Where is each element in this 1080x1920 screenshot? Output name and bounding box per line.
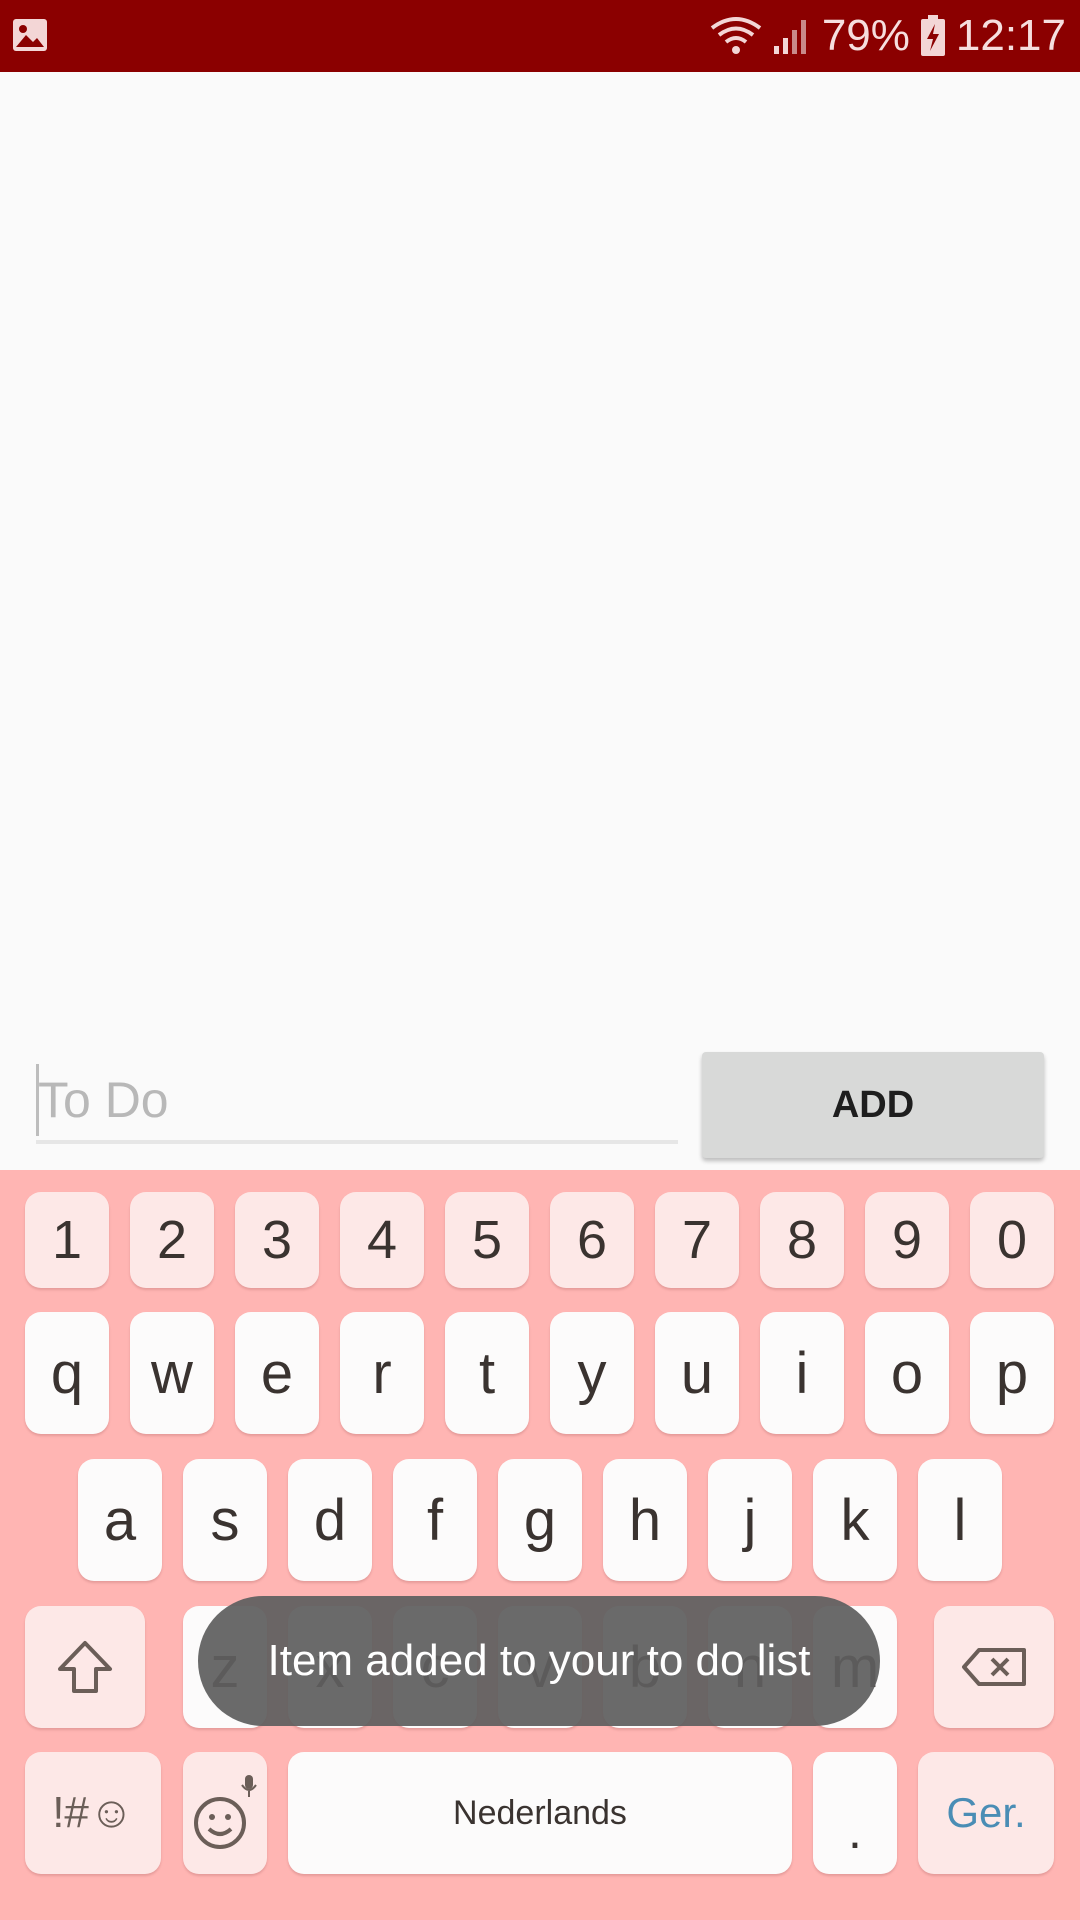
shift-key[interactable] bbox=[25, 1606, 145, 1728]
key-label: g bbox=[523, 1487, 557, 1553]
key-label: u bbox=[680, 1340, 714, 1406]
done-key[interactable]: Ger. bbox=[918, 1752, 1054, 1874]
letter-key[interactable]: e bbox=[235, 1312, 319, 1434]
number-key[interactable]: 8 bbox=[760, 1192, 844, 1288]
letter-key[interactable]: g bbox=[498, 1459, 582, 1581]
key-label: k bbox=[840, 1487, 870, 1553]
number-key[interactable]: 6 bbox=[550, 1192, 634, 1288]
key-label: 6 bbox=[576, 1210, 608, 1270]
letter-key[interactable]: u bbox=[655, 1312, 739, 1434]
done-label: Ger. bbox=[946, 1789, 1026, 1836]
key-label: q bbox=[50, 1340, 84, 1406]
number-key[interactable]: 7 bbox=[655, 1192, 739, 1288]
text-cursor bbox=[36, 1064, 39, 1136]
key-label: 8 bbox=[786, 1210, 818, 1270]
letter-key[interactable]: o bbox=[865, 1312, 949, 1434]
key-label: 3 bbox=[261, 1210, 293, 1270]
letter-key[interactable]: h bbox=[603, 1459, 687, 1581]
gallery-icon bbox=[13, 19, 47, 51]
backspace-key[interactable] bbox=[934, 1606, 1054, 1728]
key-label: 0 bbox=[996, 1210, 1028, 1270]
emoji-mic-icon bbox=[194, 1775, 257, 1849]
emoji-key[interactable] bbox=[183, 1752, 267, 1874]
wifi-icon bbox=[710, 17, 762, 54]
key-label: w bbox=[151, 1340, 193, 1406]
soft-keyboard: 1234567890 qwertyuiop asdfghjkl zxcvbnm … bbox=[0, 1170, 1080, 1920]
letter-key[interactable]: q bbox=[25, 1312, 109, 1434]
shift-icon bbox=[58, 1641, 112, 1693]
battery-charging-icon bbox=[920, 15, 945, 56]
letter-key[interactable]: f bbox=[393, 1459, 477, 1581]
key-label: 4 bbox=[366, 1210, 398, 1270]
letter-key[interactable]: k bbox=[813, 1459, 897, 1581]
key-label: t bbox=[478, 1340, 496, 1406]
period-key[interactable]: . bbox=[813, 1752, 897, 1874]
symbols-key[interactable]: !#☺ bbox=[25, 1752, 161, 1874]
key-label: h bbox=[628, 1487, 662, 1553]
clock: 12:17 bbox=[955, 11, 1066, 60]
number-key[interactable]: 5 bbox=[445, 1192, 529, 1288]
todo-list-area bbox=[0, 72, 1080, 1170]
space-label: Nederlands bbox=[453, 1793, 627, 1832]
signal-icon bbox=[773, 20, 806, 54]
number-key[interactable]: 4 bbox=[340, 1192, 424, 1288]
letter-key[interactable]: j bbox=[708, 1459, 792, 1581]
letter-key[interactable]: i bbox=[760, 1312, 844, 1434]
todo-input-container bbox=[36, 1060, 678, 1150]
number-key[interactable]: 3 bbox=[235, 1192, 319, 1288]
key-label: e bbox=[260, 1340, 294, 1406]
number-key[interactable]: 1 bbox=[25, 1192, 109, 1288]
letter-key[interactable]: s bbox=[183, 1459, 267, 1581]
key-label: y bbox=[577, 1340, 607, 1406]
key-label: 2 bbox=[156, 1210, 188, 1270]
key-label: r bbox=[372, 1340, 392, 1406]
add-button[interactable]: ADD bbox=[702, 1052, 1044, 1158]
key-label: p bbox=[995, 1340, 1029, 1406]
key-label: i bbox=[795, 1340, 809, 1406]
symbols-label: !#☺ bbox=[52, 1788, 134, 1837]
key-label: j bbox=[743, 1487, 757, 1553]
key-label: 1 bbox=[51, 1210, 83, 1270]
todo-input[interactable] bbox=[36, 1060, 678, 1144]
letter-key[interactable]: t bbox=[445, 1312, 529, 1434]
key-label: 7 bbox=[681, 1210, 713, 1270]
key-label: 9 bbox=[891, 1210, 923, 1270]
key-label: a bbox=[103, 1487, 137, 1553]
letter-key[interactable]: w bbox=[130, 1312, 214, 1434]
letter-key[interactable]: y bbox=[550, 1312, 634, 1434]
letter-key[interactable]: a bbox=[78, 1459, 162, 1581]
battery-percent: 79% bbox=[821, 11, 910, 60]
number-key[interactable]: 0 bbox=[970, 1192, 1054, 1288]
period-label: . bbox=[848, 1803, 862, 1859]
letter-key[interactable]: d bbox=[288, 1459, 372, 1581]
space-key[interactable]: Nederlands bbox=[288, 1752, 792, 1874]
key-label: d bbox=[313, 1487, 347, 1553]
key-label: o bbox=[890, 1340, 924, 1406]
letter-key[interactable]: l bbox=[918, 1459, 1002, 1581]
number-key[interactable]: 9 bbox=[865, 1192, 949, 1288]
letter-key[interactable]: r bbox=[340, 1312, 424, 1434]
toast-text: Item added to your to do list bbox=[267, 1636, 811, 1685]
status-bar: 79% 12:17 bbox=[0, 0, 1080, 72]
letter-key[interactable]: p bbox=[970, 1312, 1054, 1434]
key-label: f bbox=[426, 1487, 444, 1553]
toast-message: Item added to your to do list bbox=[198, 1596, 880, 1726]
key-label: 5 bbox=[471, 1210, 503, 1270]
key-label: l bbox=[953, 1487, 967, 1553]
status-right: 79% 12:17 bbox=[710, 0, 1066, 72]
number-key[interactable]: 2 bbox=[130, 1192, 214, 1288]
key-label: s bbox=[210, 1487, 240, 1553]
backspace-icon bbox=[962, 1648, 1026, 1686]
